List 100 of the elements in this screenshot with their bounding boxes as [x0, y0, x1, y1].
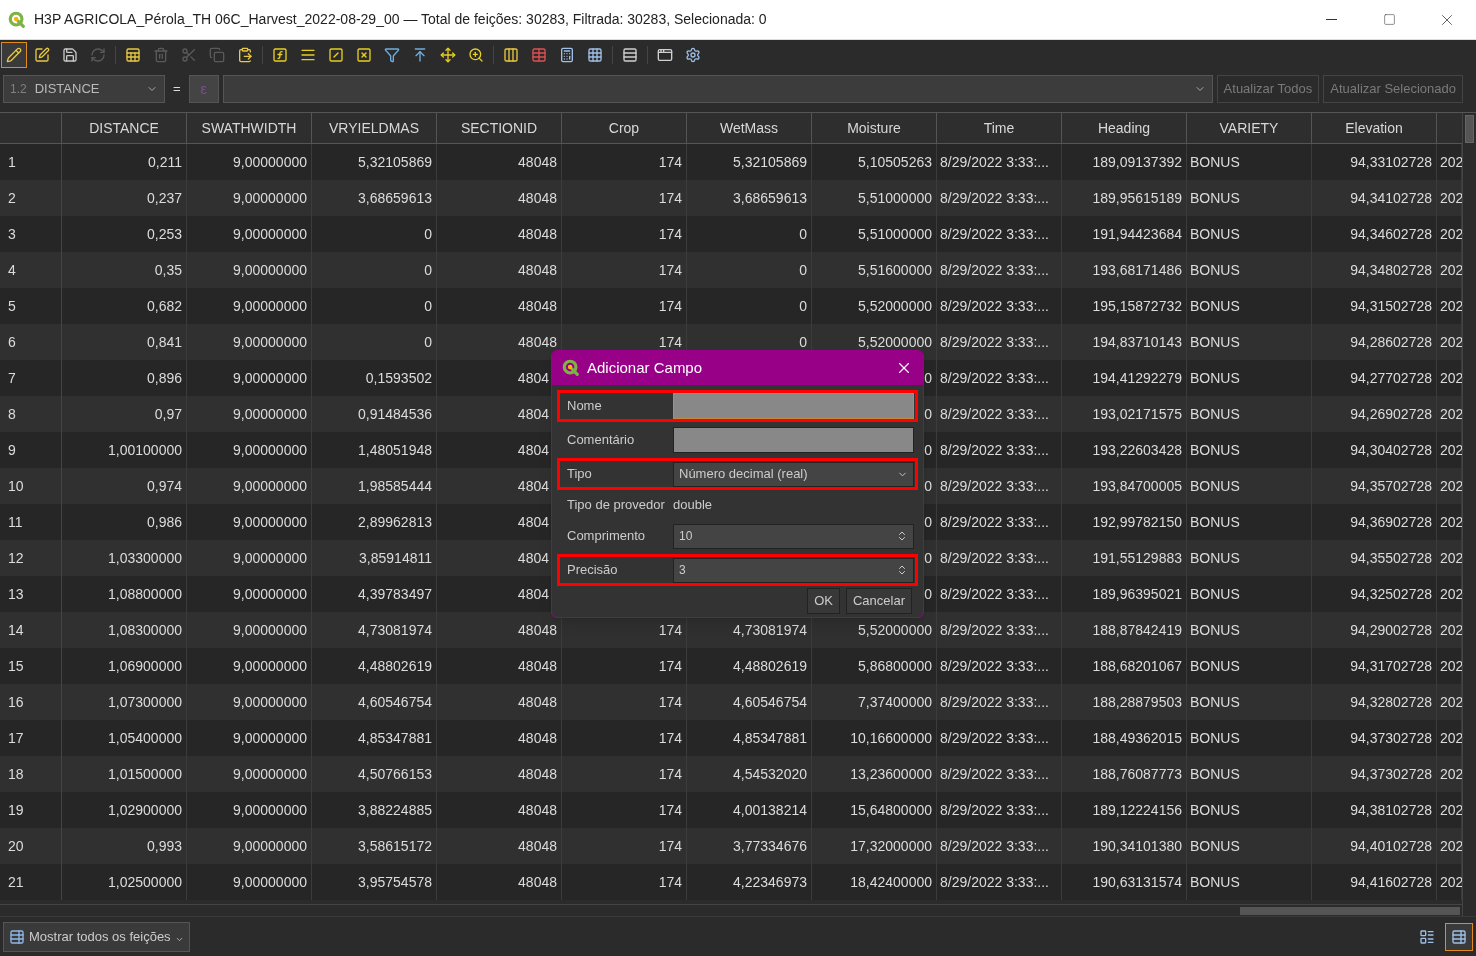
table-cell-text: BONUS [1190, 548, 1240, 568]
column-header[interactable]: Moisture [812, 113, 937, 143]
table-cell-text: 8/29/2022 3:33:... [940, 692, 1049, 712]
table-cell-text: 8/29/2022 3:33:... [940, 404, 1049, 424]
table-cell-text: 174 [658, 656, 682, 676]
q-logo-icon [8, 10, 26, 29]
table-cell-text: 2,89962813 [358, 512, 432, 532]
column-header[interactable]: SWATHWIDTH [187, 113, 312, 143]
table-cell-text: 174 [658, 332, 682, 352]
table-cell-text: 202 [1440, 836, 1462, 856]
column-header[interactable]: Time [937, 113, 1062, 143]
horizontal-scrollbar[interactable] [0, 904, 1462, 916]
table-cell-text: 8/29/2022 3:33:... [940, 332, 1049, 352]
dialog-button[interactable]: Cancelar [845, 588, 912, 614]
table-cell-text: 9,00000000 [233, 584, 307, 604]
table-cell-text: 0,253 [146, 224, 182, 244]
expression-field[interactable] [222, 75, 1213, 103]
function-icon [272, 47, 288, 63]
field-select[interactable]: 1.2 DISTANCE [3, 75, 165, 103]
square-pen-icon [34, 47, 50, 63]
column-header[interactable]: SECTIONID [437, 113, 562, 143]
table-cell-text: 94,34802728 [1350, 260, 1432, 280]
window-icon [657, 47, 673, 63]
input-field[interactable] [673, 393, 914, 419]
table-cell-text: 9,00000000 [233, 188, 307, 208]
table-cell-text: 4,54532020 [733, 764, 807, 784]
show-features-button[interactable]: Mostrar todos os feições [3, 921, 190, 952]
spin-arrows-icon [896, 530, 908, 542]
column-header[interactable]: Heading [1062, 113, 1187, 143]
table-cell-text: 9,00000000 [233, 728, 307, 748]
table-cell-text: 9,00000000 [233, 332, 307, 352]
table-cell-text: 202 [1440, 620, 1462, 640]
table-cell-text: 4,60546754 [733, 692, 807, 712]
table-cell-text: 0,841 [146, 332, 182, 352]
table-cell-text: 10,16600000 [850, 728, 932, 748]
table-cell-text: 9,00000000 [233, 548, 307, 568]
table-cell-text: 8/29/2022 3:33:... [940, 152, 1049, 172]
table-cell-text: 0,682 [146, 296, 182, 316]
table-cell-text: 1,02500000 [108, 872, 182, 892]
view-toggle[interactable] [1445, 922, 1473, 951]
spin-field[interactable]: 3 [673, 557, 914, 583]
column-header[interactable]: WetMass [687, 113, 812, 143]
table-cell-text: 193,84700005 [1092, 476, 1182, 496]
table-cell-text: 5,51000000 [858, 188, 932, 208]
table-cell-text: 1,06900000 [108, 656, 182, 676]
table-cell-text: 4804 [517, 404, 549, 424]
table-cell-text: BONUS [1190, 836, 1240, 856]
table-cell-text: 202 [1440, 440, 1462, 460]
table-cell-text: BONUS [1190, 872, 1240, 892]
vertical-scrollbar[interactable] [1462, 113, 1476, 916]
table-cell-text: 5,86800000 [858, 656, 932, 676]
table-cell-text: 5,52000000 [858, 620, 932, 640]
table-cell-text: BONUS [1190, 584, 1240, 604]
column-header[interactable]: VARIETY [1187, 113, 1312, 143]
table-view-icon [1451, 928, 1467, 945]
table-cell-text: 5,32105869 [358, 152, 432, 172]
table-cell-text: 7,37400000 [858, 692, 932, 712]
row-number[interactable]: 21 [0, 864, 62, 900]
type-select[interactable]: Número decimal (real) [673, 461, 914, 487]
table-cell-text: 202 [1440, 404, 1462, 424]
table-cell-text: 48048 [518, 152, 557, 172]
table-cell-text: 94,32802728 [1350, 692, 1432, 712]
table-cell-text: 1,05400000 [108, 728, 182, 748]
table-cell-text: 94,40102728 [1350, 836, 1432, 856]
table-cell-text: 4,85347881 [358, 728, 432, 748]
column-header[interactable]: Elevation [1312, 113, 1437, 143]
dialog-button[interactable]: OK [807, 588, 840, 614]
table-cell-text: 0 [924, 548, 932, 568]
table-cell-text: 48048 [518, 836, 557, 856]
input-field[interactable] [673, 427, 914, 453]
table-cell-text: 8/29/2022 3:33:... [940, 260, 1049, 280]
table-cell-text: 0,986 [146, 512, 182, 532]
spin-field[interactable]: 10 [673, 523, 914, 549]
table-cell-text: 0,35 [154, 260, 182, 280]
refresh-icon [90, 47, 106, 63]
copy-icon [209, 47, 225, 63]
table-cell-text: 188,68201067 [1092, 656, 1182, 676]
table-cell-text: BONUS [1190, 188, 1240, 208]
table-cell-text: 4,48802619 [358, 656, 432, 676]
table-cell-text: 202 [1440, 656, 1462, 676]
minimize-icon [1325, 19, 1337, 20]
table-cell-text: 94,29002728 [1350, 620, 1432, 640]
table-cell-text: 9,00000000 [233, 368, 307, 388]
form-view-icon [1419, 928, 1435, 945]
table-cell-text: 4,85347881 [733, 728, 807, 748]
table-cell-text: 8/29/2022 3:33:... [940, 764, 1049, 784]
toolbar-button[interactable] [1, 42, 27, 68]
table-cell-text: 0,1593502 [365, 368, 432, 388]
move-icon [440, 47, 456, 63]
column-header[interactable]: Crop [562, 113, 687, 143]
column-header[interactable]: VRYIELDMAS [312, 113, 437, 143]
table-cell-text: 48048 [518, 764, 557, 784]
column-header[interactable]: DISTANCE [62, 113, 187, 143]
table-cell-text: BONUS [1190, 332, 1240, 352]
table-cell-text: 193,68171486 [1092, 260, 1182, 280]
select-value: Número decimal (real) [679, 465, 808, 484]
table-cell-text: BONUS [1190, 440, 1240, 460]
table-cell-text: 94,34102728 [1350, 188, 1432, 208]
table-cell-text: 174 [658, 188, 682, 208]
caret-icon [174, 935, 184, 944]
